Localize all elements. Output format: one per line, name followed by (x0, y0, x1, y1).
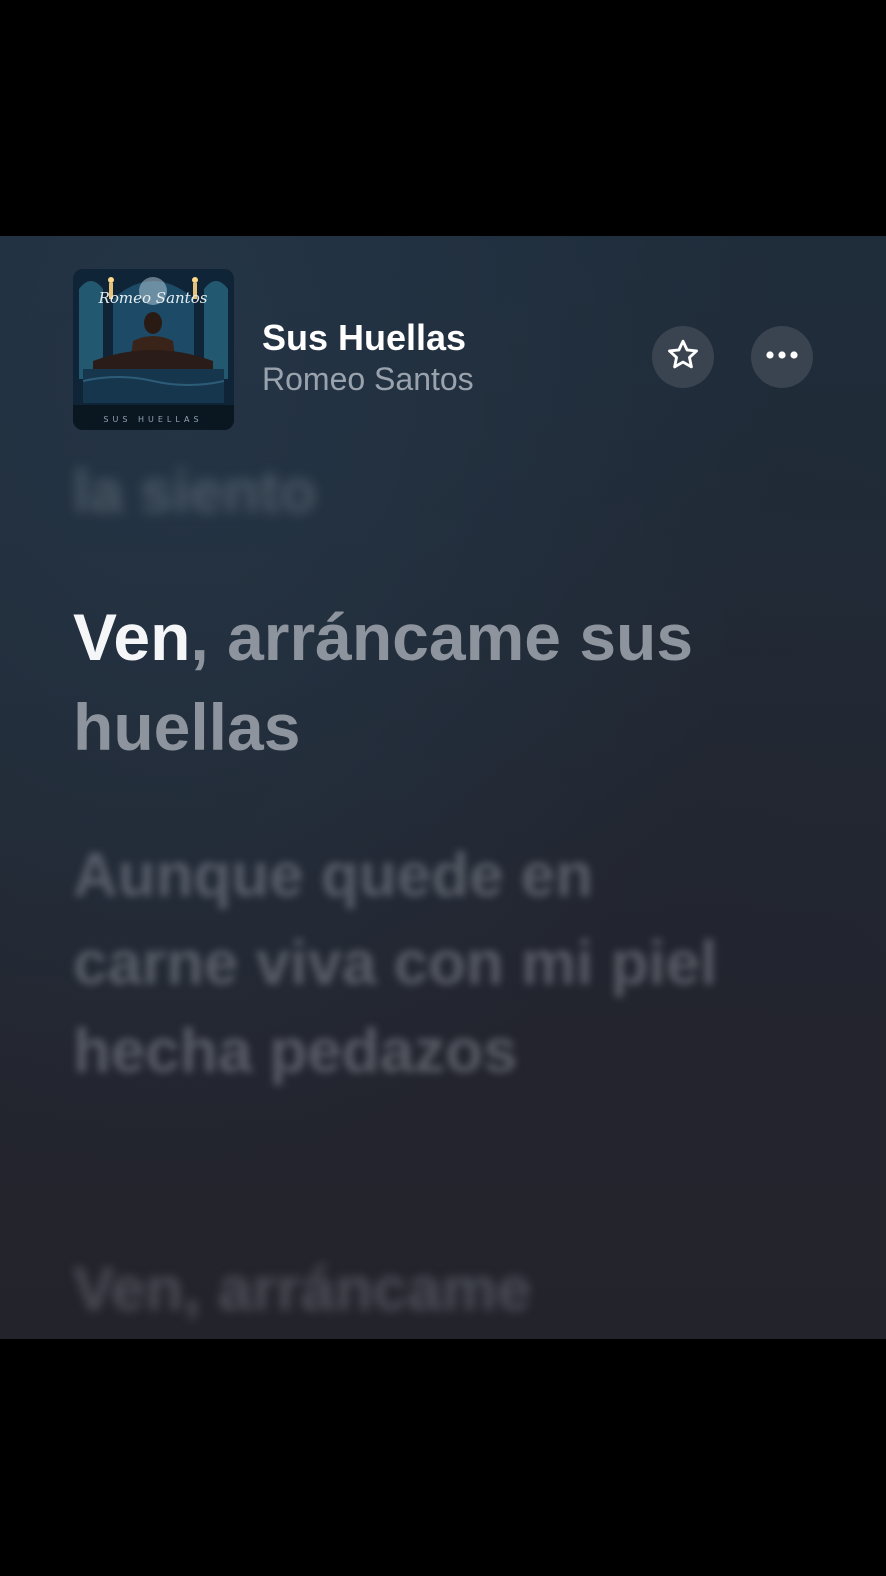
album-art-graphic: Romeo Santos SUS HUELLAS (73, 269, 234, 430)
lyric-line-previous[interactable]: la siento (73, 448, 773, 536)
more-options-button[interactable] (751, 326, 813, 388)
album-cover-subtitle: SUS HUELLAS (103, 415, 202, 424)
album-cover[interactable]: Romeo Santos SUS HUELLAS (73, 269, 234, 430)
lyric-line-current[interactable]: Ven, arráncame sus huellas (73, 592, 773, 772)
lyrics-screen: Romeo Santos SUS HUELLAS Sus Huellas Rom… (0, 236, 886, 1339)
star-icon (665, 337, 701, 378)
favorite-button[interactable] (652, 326, 714, 388)
album-cover-title: Romeo Santos (98, 289, 208, 307)
artist-name[interactable]: Romeo Santos (262, 361, 474, 398)
lyric-line-following[interactable]: Ven, arráncame (73, 1246, 773, 1334)
song-title: Sus Huellas (262, 317, 467, 358)
ellipsis-icon (764, 348, 800, 366)
lyric-line-next[interactable]: Aunque quede en carne viva con mi piel h… (73, 832, 773, 1096)
lyric-sung-part: Ven (73, 600, 191, 674)
now-playing-header: Romeo Santos SUS HUELLAS Sus Huellas Rom… (73, 269, 813, 430)
